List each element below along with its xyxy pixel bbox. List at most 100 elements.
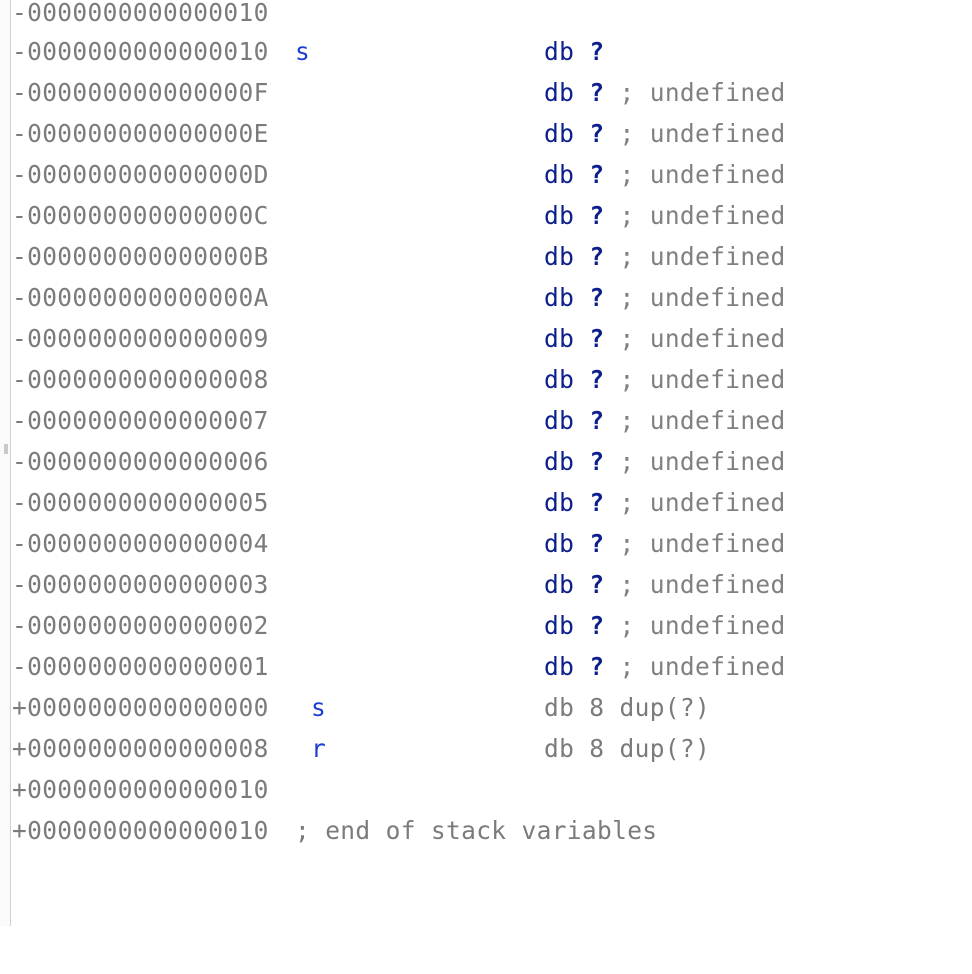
stack-offset: -000000000000000D — [12, 160, 269, 189]
data-directive: db ? ; undefined — [544, 564, 786, 605]
data-directive: db ? ; undefined — [544, 318, 786, 359]
data-directive: db ? ; undefined — [544, 113, 786, 154]
data-directive: db ? ; undefined — [544, 359, 786, 400]
line-comment: ; undefined — [619, 406, 786, 435]
line-comment: ; undefined — [619, 570, 786, 599]
line-comment: ; undefined — [619, 447, 786, 476]
data-directive: db ? ; undefined — [544, 605, 786, 646]
directive-operand: ? — [589, 242, 605, 271]
directive-keyword: db — [544, 611, 575, 640]
stack-offset: -0000000000000005 — [12, 488, 269, 517]
line-comment: ; undefined — [619, 529, 786, 558]
data-directive: db ? ; undefined — [544, 154, 786, 195]
stack-line[interactable]: -0000000000000009 db ? ; undefined — [12, 318, 785, 359]
stack-line[interactable]: -0000000000000001 db ? ; undefined — [12, 646, 785, 687]
stack-offset: -0000000000000007 — [12, 406, 269, 435]
data-directive: db ? ; undefined — [544, 523, 786, 564]
stack-variable-name[interactable]: r — [311, 728, 326, 769]
directive-operand: ? — [589, 283, 605, 312]
line-comment: ; undefined — [619, 652, 786, 681]
directive-keyword: db — [544, 488, 575, 517]
data-directive: db 8 dup(?) — [544, 693, 711, 722]
stack-line[interactable]: -0000000000000004 db ? ; undefined — [12, 523, 785, 564]
data-directive: db ? ; undefined — [544, 277, 786, 318]
directive-operand: ? — [589, 324, 605, 353]
directive-operand: ? — [589, 37, 605, 66]
data-directive: db ? ; undefined — [544, 195, 786, 236]
directive-operand: ? — [589, 78, 605, 107]
stack-offset: -0000000000000003 — [12, 570, 269, 599]
line-comment: ; undefined — [619, 201, 786, 230]
line-comment: ; undefined — [619, 119, 786, 148]
stack-offset: -000000000000000E — [12, 119, 269, 148]
stack-offset: -0000000000000010 — [12, 37, 269, 66]
line-comment: ; undefined — [619, 611, 786, 640]
stack-offset: -0000000000000009 — [12, 324, 269, 353]
stack-variable-name[interactable]: s — [295, 31, 310, 72]
stack-offset: -000000000000000F — [12, 78, 269, 107]
editor-gutter — [0, 0, 11, 926]
stack-offset: +0000000000000010 — [12, 775, 269, 804]
directive-operand: ? — [589, 406, 605, 435]
stack-offset: -0000000000000001 — [12, 652, 269, 681]
stack-line[interactable]: -0000000000000008 db ? ; undefined — [12, 359, 785, 400]
stack-offset: -000000000000000A — [12, 283, 269, 312]
stack-offset: +0000000000000010 — [12, 816, 269, 845]
stack-line[interactable]: -000000000000000D db ? ; undefined — [12, 154, 785, 195]
data-directive: db ? — [544, 31, 604, 72]
data-directive: db ? ; undefined — [544, 441, 786, 482]
directive-keyword: db — [544, 242, 575, 271]
stack-offset: -0000000000000010 — [12, 0, 269, 27]
stack-line[interactable]: +0000000000000000 s db 8 dup(?) — [12, 687, 710, 728]
data-directive: db ? ; undefined — [544, 72, 786, 113]
directive-operand: ? — [589, 447, 605, 476]
stack-offset: -000000000000000C — [12, 201, 269, 230]
stack-line[interactable]: +0000000000000008 r db 8 dup(?) — [12, 728, 710, 769]
line-comment: ; undefined — [619, 242, 786, 271]
gutter-marker — [4, 444, 8, 454]
stack-line[interactable]: -000000000000000B db ? ; undefined — [12, 236, 785, 277]
line-comment: ; undefined — [619, 160, 786, 189]
line-comment: ; undefined — [619, 488, 786, 517]
data-directive: db ? ; undefined — [544, 236, 786, 277]
data-directive: db 8 dup(?) — [544, 734, 711, 763]
stack-frame-view[interactable]: -0000000000000010 -0000000000000010 s db… — [12, 0, 962, 926]
stack-offset: -0000000000000004 — [12, 529, 269, 558]
directive-operand: ? — [589, 119, 605, 148]
stack-line[interactable]: -0000000000000005 db ? ; undefined — [12, 482, 785, 523]
stack-variable-name[interactable]: s — [311, 687, 326, 728]
directive-operand: ? — [589, 160, 605, 189]
stack-line[interactable]: +0000000000000010 — [12, 769, 268, 810]
stack-line[interactable]: -0000000000000010 s db ? — [12, 31, 604, 72]
directive-operand: ? — [589, 570, 605, 599]
stack-line[interactable]: -0000000000000010 — [12, 0, 268, 33]
stack-offset: -0000000000000002 — [12, 611, 269, 640]
line-comment: ; undefined — [619, 324, 786, 353]
end-of-stack-comment: ; end of stack variables — [295, 816, 658, 845]
stack-offset: -000000000000000B — [12, 242, 269, 271]
stack-line[interactable]: -0000000000000002 db ? ; undefined — [12, 605, 785, 646]
line-comment: ; undefined — [619, 78, 786, 107]
stack-line[interactable]: -000000000000000C db ? ; undefined — [12, 195, 785, 236]
stack-line[interactable]: -000000000000000E db ? ; undefined — [12, 113, 785, 154]
directive-keyword: db — [544, 160, 575, 189]
directive-operand: ? — [589, 488, 605, 517]
stack-line[interactable]: -0000000000000006 db ? ; undefined — [12, 441, 785, 482]
stack-offset: +0000000000000008 — [12, 734, 269, 763]
directive-keyword: db — [544, 324, 575, 353]
stack-line[interactable]: -0000000000000003 db ? ; undefined — [12, 564, 785, 605]
directive-keyword: db — [544, 283, 575, 312]
stack-line[interactable]: -000000000000000F db ? ; undefined — [12, 72, 785, 113]
directive-keyword: db — [544, 652, 575, 681]
directive-keyword: db — [544, 447, 575, 476]
directive-operand: ? — [589, 201, 605, 230]
stack-line[interactable]: -0000000000000007 db ? ; undefined — [12, 400, 785, 441]
stack-line[interactable]: +0000000000000010 ; end of stack variabl… — [12, 810, 657, 851]
line-comment: ; undefined — [619, 365, 786, 394]
directive-keyword: db — [544, 78, 575, 107]
directive-keyword: db — [544, 37, 575, 66]
stack-line[interactable]: -000000000000000A db ? ; undefined — [12, 277, 785, 318]
directive-operand: ? — [589, 652, 605, 681]
directive-keyword: db — [544, 406, 575, 435]
stack-offset: +0000000000000000 — [12, 693, 269, 722]
